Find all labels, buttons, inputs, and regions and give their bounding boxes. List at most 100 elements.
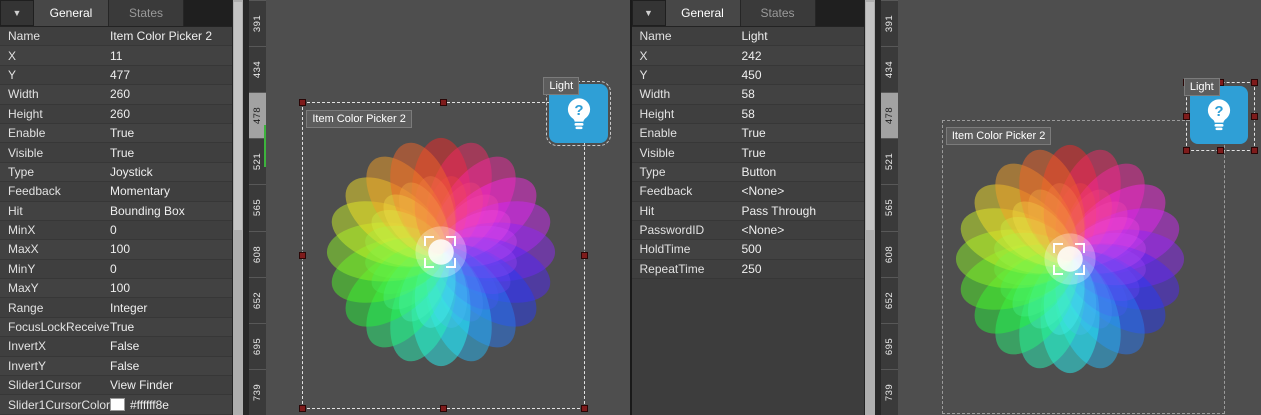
property-row[interactable]: Name Item Color Picker 2 xyxy=(0,27,232,47)
right-inspector-scrollbar[interactable] xyxy=(864,0,875,415)
selection-handle-s[interactable] xyxy=(440,405,448,412)
selection-handle-w[interactable] xyxy=(1182,113,1190,120)
property-value[interactable]: False xyxy=(110,339,232,353)
property-row[interactable]: Width 58 xyxy=(631,85,864,105)
property-row[interactable]: Hit Bounding Box xyxy=(0,201,232,221)
property-row[interactable]: HoldTime 500 xyxy=(631,240,864,260)
property-value[interactable]: 450 xyxy=(742,68,864,82)
selection-handle-s[interactable] xyxy=(1216,147,1224,154)
property-value[interactable]: Button xyxy=(742,165,864,179)
property-value[interactable]: 0 xyxy=(110,223,232,237)
selection-handle-w[interactable] xyxy=(299,252,307,259)
property-value[interactable]: True xyxy=(110,320,232,334)
property-value[interactable]: 242 xyxy=(742,49,864,63)
property-row[interactable]: Width 260 xyxy=(0,85,232,105)
property-row[interactable]: Feedback <None> xyxy=(631,182,864,202)
scrollbar-thumb[interactable] xyxy=(865,2,874,231)
property-value[interactable]: Bounding Box xyxy=(110,204,232,218)
property-row[interactable]: X 242 xyxy=(631,46,864,66)
property-row[interactable]: Visible True xyxy=(631,143,864,163)
property-row[interactable]: MaxY 100 xyxy=(0,279,232,299)
property-value[interactable]: 500 xyxy=(742,242,864,256)
viewfinder-corner xyxy=(1074,265,1085,275)
tab-states[interactable]: States xyxy=(109,0,184,26)
tab-general[interactable]: General xyxy=(34,0,109,26)
property-row[interactable]: Range Integer xyxy=(0,298,232,318)
selection-handle-ne[interactable] xyxy=(1250,79,1258,86)
property-label: Height xyxy=(639,106,675,121)
property-value[interactable]: View Finder xyxy=(110,378,232,392)
property-row[interactable]: Feedback Momentary xyxy=(0,182,232,202)
property-value[interactable]: 100 xyxy=(110,242,232,256)
selection-handle-se[interactable] xyxy=(1250,147,1258,154)
property-row[interactable]: Type Joystick xyxy=(0,162,232,183)
property-row[interactable]: InvertY False xyxy=(0,356,232,377)
property-row[interactable]: FocusLockReceive True xyxy=(0,317,232,338)
property-row[interactable]: Type Button xyxy=(631,162,864,183)
property-row[interactable]: MinY 0 xyxy=(0,259,232,280)
property-value[interactable]: Momentary xyxy=(110,184,232,198)
dropdown-arrow-icon[interactable]: ▼ xyxy=(631,0,666,26)
property-value[interactable]: True xyxy=(742,146,864,160)
property-value[interactable]: #ffffff8e xyxy=(110,398,232,412)
property-row[interactable]: Y 450 xyxy=(631,65,864,86)
property-row[interactable]: Visible True xyxy=(0,143,232,163)
selection-handle-se[interactable] xyxy=(581,405,589,412)
property-value[interactable]: True xyxy=(110,126,232,140)
selection-handle-e[interactable] xyxy=(1250,113,1258,120)
tab-states[interactable]: States xyxy=(740,0,816,26)
property-value[interactable]: 477 xyxy=(110,68,232,82)
property-value[interactable]: 11 xyxy=(110,49,232,63)
property-row[interactable]: Y 477 xyxy=(0,65,232,86)
color-picker-name-label: Item Color Picker 2 xyxy=(306,110,412,128)
property-value[interactable]: False xyxy=(110,359,232,373)
property-label: Height xyxy=(8,106,43,121)
property-value[interactable]: Item Color Picker 2 xyxy=(110,29,232,43)
tab-general[interactable]: General xyxy=(665,0,741,26)
property-row[interactable]: MinX 0 xyxy=(0,220,232,241)
property-value[interactable]: 0 xyxy=(110,262,232,276)
property-value[interactable]: 58 xyxy=(742,87,864,101)
property-label: Name xyxy=(639,29,672,44)
property-value[interactable]: 250 xyxy=(742,262,864,276)
ruler-tick-label: 695 xyxy=(883,337,895,355)
property-value[interactable]: 100 xyxy=(110,281,232,295)
property-row[interactable]: Hit Pass Through xyxy=(631,201,864,221)
left-inspector-scrollbar[interactable] xyxy=(233,0,243,415)
property-row[interactable]: PasswordID <None> xyxy=(631,220,864,241)
property-value[interactable]: <None> xyxy=(742,184,864,198)
property-row[interactable]: Slider1CursorColor #ffffff8e xyxy=(0,395,232,415)
property-row[interactable]: Slider1Cursor View Finder xyxy=(0,376,232,396)
left-canvas[interactable]: ? Item Color Picker 2 Light xyxy=(266,0,630,415)
property-row[interactable]: X 11 xyxy=(0,46,232,66)
property-row[interactable]: Name Light xyxy=(631,27,864,47)
selection-handle-n[interactable] xyxy=(440,99,448,106)
property-row[interactable]: Enable True xyxy=(0,123,232,144)
property-row[interactable]: MaxX 100 xyxy=(0,240,232,260)
selection-handle-nw[interactable] xyxy=(299,99,307,106)
property-value[interactable]: True xyxy=(110,146,232,160)
property-value[interactable]: 260 xyxy=(110,87,232,101)
property-row[interactable]: Height 260 xyxy=(0,104,232,124)
property-value[interactable]: Light xyxy=(742,29,864,43)
property-value[interactable]: <None> xyxy=(742,223,864,237)
color-swatch[interactable] xyxy=(110,398,125,412)
selection-handle-sw[interactable] xyxy=(299,405,307,412)
property-value[interactable]: Integer xyxy=(110,301,232,315)
selection-handle-e[interactable] xyxy=(581,252,589,259)
right-canvas[interactable]: ? Item Color Picker 2 Light xyxy=(897,0,1261,415)
property-label: MaxY xyxy=(8,281,39,296)
selection-handle-sw[interactable] xyxy=(1182,147,1190,154)
property-value[interactable]: Joystick xyxy=(110,165,232,179)
property-row[interactable]: Height 58 xyxy=(631,104,864,124)
scrollbar-thumb[interactable] xyxy=(234,2,242,231)
property-row[interactable]: RepeatTime 250 xyxy=(631,259,864,280)
property-value[interactable]: True xyxy=(742,126,864,140)
ruler-segment: 652 xyxy=(880,276,898,323)
property-value[interactable]: Pass Through xyxy=(742,204,864,218)
dropdown-arrow-icon[interactable]: ▼ xyxy=(0,0,34,26)
property-value[interactable]: 260 xyxy=(110,107,232,121)
property-row[interactable]: Enable True xyxy=(631,123,864,144)
property-value[interactable]: 58 xyxy=(742,107,864,121)
property-row[interactable]: InvertX False xyxy=(0,337,232,357)
